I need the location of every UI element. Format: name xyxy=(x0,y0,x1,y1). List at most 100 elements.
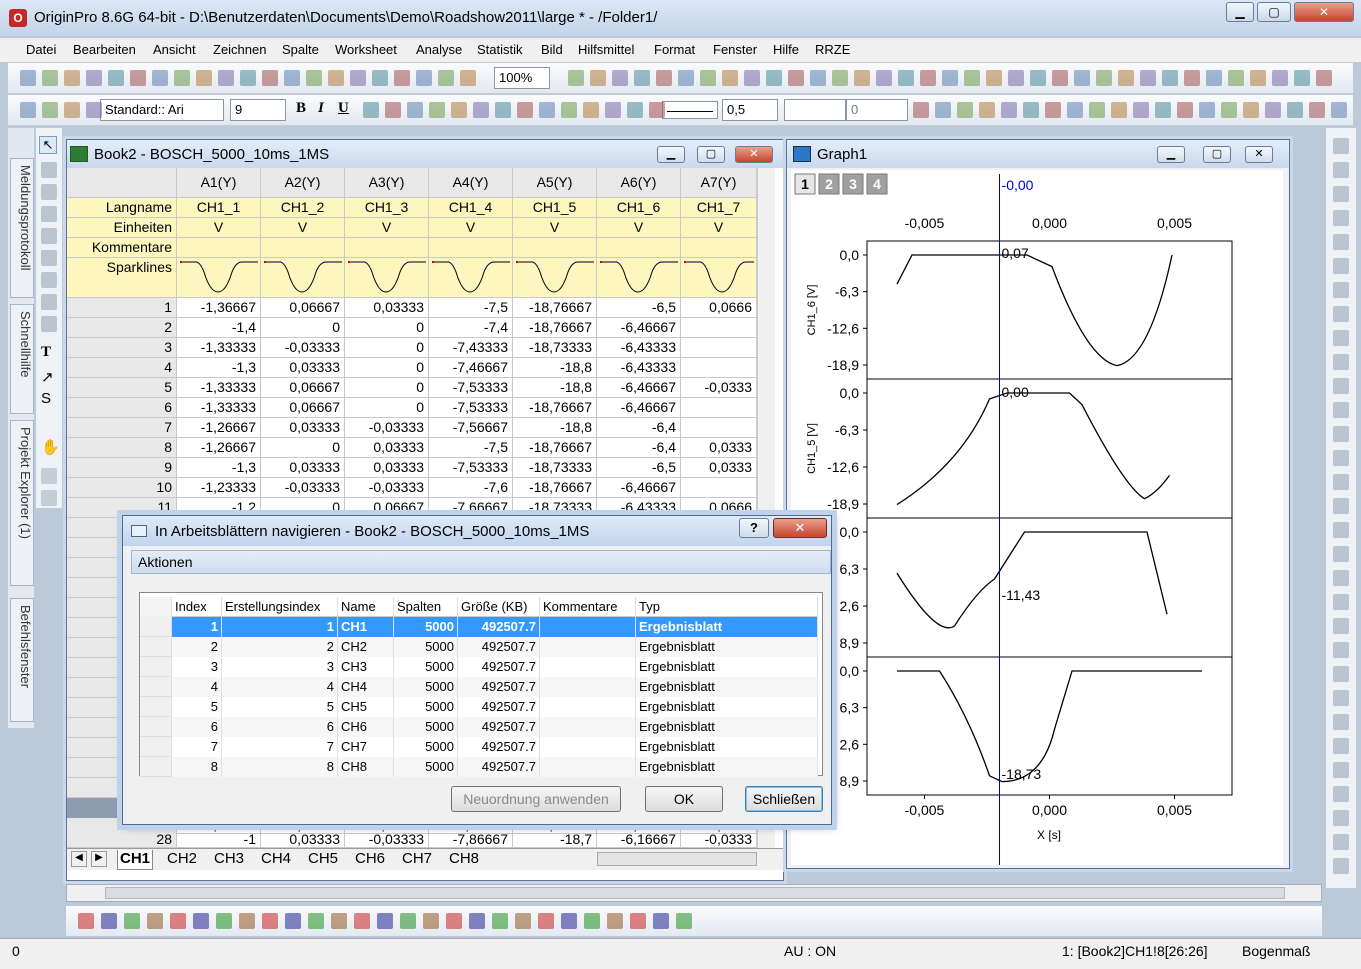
toolbar-button-icon[interactable] xyxy=(634,70,650,86)
tool-icon[interactable] xyxy=(41,316,57,332)
toolbar-button-icon[interactable] xyxy=(174,70,190,86)
right-tool-icon[interactable] xyxy=(1333,186,1349,202)
right-tool-icon[interactable] xyxy=(1333,858,1349,874)
toolbar-button-icon[interactable] xyxy=(1140,70,1156,86)
table-cell[interactable] xyxy=(540,677,636,697)
italic-button[interactable]: I xyxy=(318,100,324,117)
toolbar-button-icon[interactable] xyxy=(561,102,577,118)
plot-type-icon[interactable] xyxy=(193,913,209,929)
sheet-tab-ch2[interactable]: CH2 xyxy=(165,850,199,870)
data-cell[interactable]: -6,4 xyxy=(597,438,681,458)
menu-item-fenster[interactable]: Fenster xyxy=(713,42,757,57)
table-cell[interactable]: 5000 xyxy=(394,677,458,697)
table-cell[interactable]: 492507.7 xyxy=(458,717,540,737)
toolbar-button-icon[interactable] xyxy=(1096,70,1112,86)
data-cell[interactable]: 0,06667 xyxy=(261,398,345,418)
toolbar-button-icon[interactable] xyxy=(920,70,936,86)
table-cell[interactable]: CH3 xyxy=(338,657,394,677)
tool-icon[interactable] xyxy=(41,206,57,222)
toolbar-button-icon[interactable] xyxy=(656,70,672,86)
row-header[interactable]: 3 xyxy=(67,338,177,358)
table-row-header[interactable] xyxy=(140,697,172,717)
tool-icon[interactable] xyxy=(41,184,57,200)
data-cell[interactable]: -18,76667 xyxy=(513,318,597,338)
plot-type-icon[interactable] xyxy=(239,913,255,929)
table-cell[interactable]: 2 xyxy=(172,637,222,657)
table-column-header[interactable]: Erstellungsindex xyxy=(222,597,338,617)
toolbar-button-icon[interactable] xyxy=(1030,70,1046,86)
table-column-header[interactable]: Spalten xyxy=(394,597,458,617)
style-select[interactable]: Standard:: Ari xyxy=(100,99,224,121)
table-column-header[interactable]: Größe (KB) xyxy=(458,597,540,617)
right-tool-icon[interactable] xyxy=(1333,762,1349,778)
graph-page[interactable]: 1 2 3 4 -0,005 0,000 0,005 -0,00 0,0 -6,3 -12,6 -18… xyxy=(791,170,1283,865)
comment-cell[interactable] xyxy=(597,238,681,258)
data-cell[interactable]: -1,33333 xyxy=(177,398,261,418)
longname-cell[interactable]: CH1_4 xyxy=(429,198,513,218)
right-tool-icon[interactable] xyxy=(1333,474,1349,490)
table-cell[interactable] xyxy=(540,657,636,677)
toolbar-button-icon[interactable] xyxy=(1001,102,1017,118)
row-header[interactable]: 9 xyxy=(67,458,177,478)
table-row-header[interactable] xyxy=(140,677,172,697)
toolbar-button-icon[interactable] xyxy=(363,102,379,118)
sparkline-cell[interactable] xyxy=(513,258,597,298)
table-cell[interactable]: 5000 xyxy=(394,757,458,777)
comment-cell[interactable] xyxy=(513,238,597,258)
underline-button[interactable]: U xyxy=(338,100,349,117)
table-cell[interactable]: 492507.7 xyxy=(458,657,540,677)
data-cell[interactable]: -7,5 xyxy=(429,298,513,318)
sheet-next-icon[interactable]: ▶ xyxy=(91,851,107,867)
toolbar-button-icon[interactable] xyxy=(218,70,234,86)
toolbar-button-icon[interactable] xyxy=(1045,102,1061,118)
table-cell[interactable]: Ergebnisblatt xyxy=(636,617,818,637)
data-cell[interactable]: -1 xyxy=(177,832,261,848)
toolbar-button-icon[interactable] xyxy=(1199,102,1215,118)
data-cell[interactable]: -7,53333 xyxy=(429,398,513,418)
toolbar-button-icon[interactable] xyxy=(1008,70,1024,86)
table-row-header[interactable] xyxy=(140,717,172,737)
toolbar-button-icon[interactable] xyxy=(583,102,599,118)
toolbar-button-icon[interactable] xyxy=(328,70,344,86)
units-cell[interactable]: V xyxy=(681,218,757,238)
data-cell[interactable] xyxy=(681,418,757,438)
toolbar-button-icon[interactable] xyxy=(1228,70,1244,86)
table-cell[interactable]: Ergebnisblatt xyxy=(636,697,818,717)
tool-icon[interactable] xyxy=(41,294,57,310)
tool-icon[interactable] xyxy=(41,272,57,288)
toolbar-button-icon[interactable] xyxy=(766,70,782,86)
table-cell[interactable]: Ergebnisblatt xyxy=(636,717,818,737)
right-tool-icon[interactable] xyxy=(1333,618,1349,634)
toolbar-button-icon[interactable] xyxy=(42,102,58,118)
data-cell[interactable]: -6,16667 xyxy=(597,832,681,848)
table-row-header[interactable] xyxy=(140,657,172,677)
plot-type-icon[interactable] xyxy=(492,913,508,929)
table-cell[interactable] xyxy=(540,757,636,777)
plot-type-icon[interactable] xyxy=(400,913,416,929)
table-cell[interactable]: 1 xyxy=(222,617,338,637)
right-tool-icon[interactable] xyxy=(1333,546,1349,562)
toolbar-button-icon[interactable] xyxy=(86,70,102,86)
toolbar-button-icon[interactable] xyxy=(854,70,870,86)
data-cell[interactable]: -6,46667 xyxy=(597,318,681,338)
data-cell[interactable]: -0,03333 xyxy=(261,478,345,498)
table-cell[interactable]: CH2 xyxy=(338,637,394,657)
toolbar-button-icon[interactable] xyxy=(590,70,606,86)
plot-type-icon[interactable] xyxy=(676,913,692,929)
right-tool-icon[interactable] xyxy=(1333,594,1349,610)
maximize-button[interactable]: ▢ xyxy=(1257,2,1291,22)
tool-icon[interactable] xyxy=(41,490,57,506)
units-cell[interactable]: V xyxy=(177,218,261,238)
data-cell[interactable]: -18,76667 xyxy=(513,298,597,318)
right-tool-icon[interactable] xyxy=(1333,714,1349,730)
longname-cell[interactable]: CH1_2 xyxy=(261,198,345,218)
row-header[interactable]: 5 xyxy=(67,378,177,398)
toolbar-button-icon[interactable] xyxy=(1052,70,1068,86)
data-cell[interactable]: -7,5 xyxy=(429,438,513,458)
table-cell[interactable]: 5 xyxy=(172,697,222,717)
table-cell[interactable]: 492507.7 xyxy=(458,737,540,757)
sparkline-cell[interactable] xyxy=(681,258,757,298)
toolbar-button-icon[interactable] xyxy=(1206,70,1222,86)
toolbar-button-icon[interactable] xyxy=(913,102,929,118)
sparkline-cell[interactable] xyxy=(597,258,681,298)
